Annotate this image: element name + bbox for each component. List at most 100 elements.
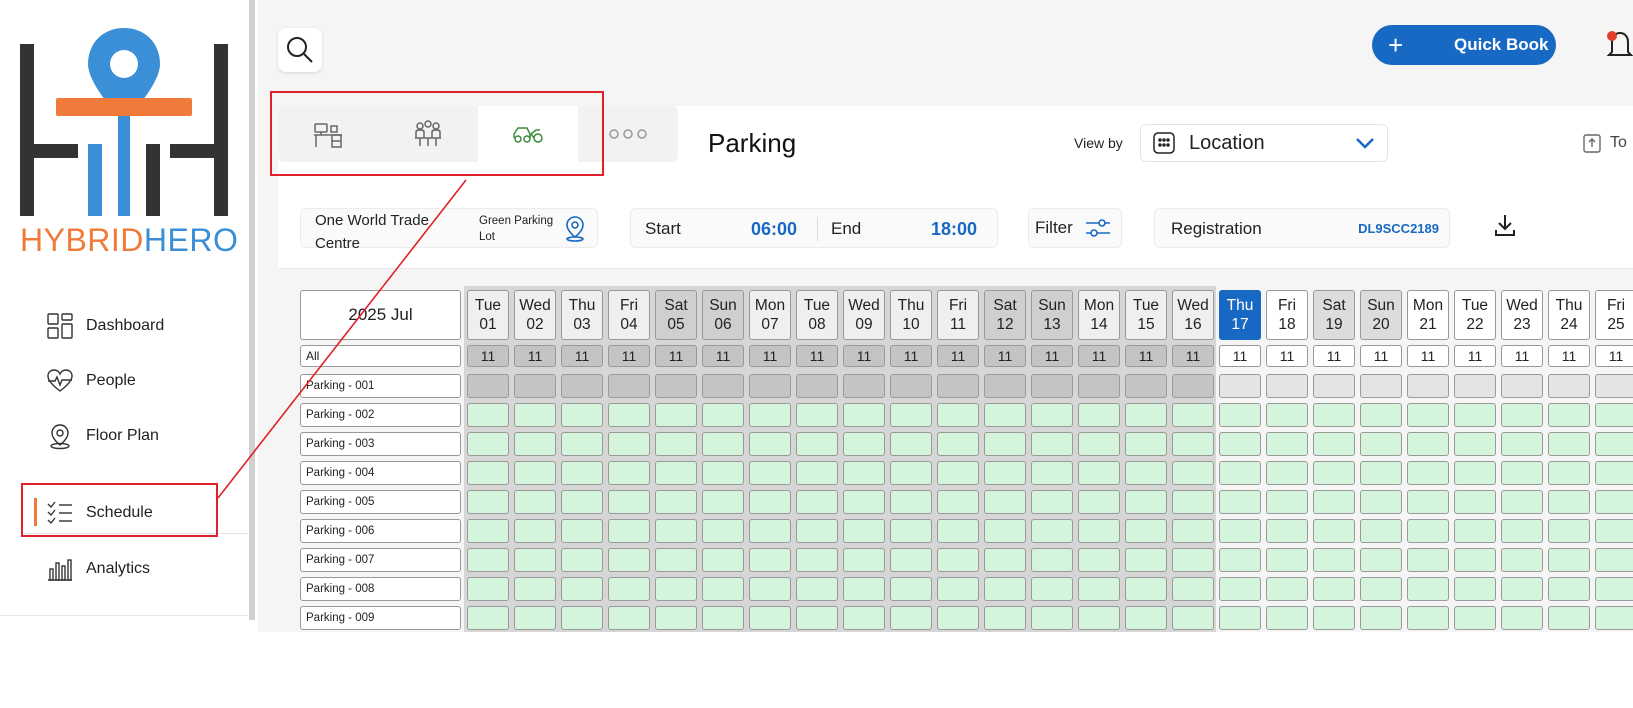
booking-slot[interactable] [937, 490, 979, 514]
booking-slot[interactable] [796, 519, 838, 543]
booking-slot[interactable] [467, 374, 509, 398]
booking-slot[interactable] [1125, 606, 1167, 630]
booking-slot[interactable] [702, 490, 744, 514]
booking-slot[interactable] [561, 403, 603, 427]
booking-slot[interactable] [1454, 374, 1496, 398]
booking-slot[interactable] [561, 374, 603, 398]
booking-slot[interactable] [1172, 461, 1214, 485]
booking-slot[interactable] [1031, 374, 1073, 398]
day-header[interactable]: Tue 15 [1125, 290, 1167, 340]
booking-slot[interactable] [1125, 548, 1167, 572]
booking-slot[interactable] [1360, 577, 1402, 601]
sidebar-item-schedule[interactable]: Schedule [46, 498, 153, 528]
booking-slot[interactable] [984, 490, 1026, 514]
booking-slot[interactable] [1360, 432, 1402, 456]
booking-slot[interactable] [1313, 548, 1355, 572]
booking-slot[interactable] [937, 519, 979, 543]
location-filter[interactable]: One World Trade Centre Green Parking Lot [300, 208, 598, 252]
booking-slot[interactable] [1313, 461, 1355, 485]
booking-slot[interactable] [984, 606, 1026, 630]
booking-slot[interactable] [608, 374, 650, 398]
filter-button[interactable]: Filter [1028, 208, 1122, 248]
booking-slot[interactable] [890, 374, 932, 398]
booking-slot[interactable] [514, 519, 556, 543]
booking-slot[interactable] [1407, 461, 1449, 485]
booking-slot[interactable] [1172, 577, 1214, 601]
registration-filter[interactable]: Registration DL9SCC2189 [1154, 208, 1450, 248]
day-header[interactable]: Sun 20 [1360, 290, 1402, 340]
booking-slot[interactable] [843, 519, 885, 543]
day-header[interactable]: Mon 14 [1078, 290, 1120, 340]
booking-slot[interactable] [1266, 519, 1308, 543]
booking-slot[interactable] [1548, 374, 1590, 398]
booking-slot[interactable] [1078, 577, 1120, 601]
booking-slot[interactable] [702, 548, 744, 572]
day-header[interactable]: Fri 11 [937, 290, 979, 340]
booking-slot[interactable] [890, 432, 932, 456]
day-header[interactable]: Thu 24 [1548, 290, 1590, 340]
booking-slot[interactable] [702, 606, 744, 630]
booking-slot[interactable] [1548, 490, 1590, 514]
booking-slot[interactable] [1407, 519, 1449, 543]
booking-slot[interactable] [843, 490, 885, 514]
booking-slot[interactable] [1501, 519, 1543, 543]
booking-slot[interactable] [1548, 519, 1590, 543]
booking-slot[interactable] [1360, 461, 1402, 485]
day-header[interactable]: Tue 01 [467, 290, 509, 340]
day-header[interactable]: Sat 05 [655, 290, 697, 340]
booking-slot[interactable] [702, 461, 744, 485]
booking-slot[interactable] [937, 432, 979, 456]
booking-slot[interactable] [608, 519, 650, 543]
booking-slot[interactable] [1360, 519, 1402, 543]
booking-slot[interactable] [1219, 548, 1261, 572]
booking-slot[interactable] [655, 519, 697, 543]
start-time-value[interactable]: 06:00 [751, 219, 797, 240]
day-header[interactable]: Fri 25 [1595, 290, 1633, 340]
sidebar-scrollbar[interactable] [249, 0, 255, 620]
booking-slot[interactable] [655, 432, 697, 456]
booking-slot[interactable] [1031, 461, 1073, 485]
booking-slot[interactable] [984, 432, 1026, 456]
booking-slot[interactable] [702, 374, 744, 398]
booking-slot[interactable] [1266, 461, 1308, 485]
booking-slot[interactable] [514, 577, 556, 601]
booking-slot[interactable] [843, 606, 885, 630]
booking-slot[interactable] [1501, 461, 1543, 485]
booking-slot[interactable] [702, 432, 744, 456]
day-header[interactable]: Fri 18 [1266, 290, 1308, 340]
booking-slot[interactable] [1407, 606, 1449, 630]
booking-slot[interactable] [1360, 403, 1402, 427]
booking-slot[interactable] [608, 606, 650, 630]
booking-slot[interactable] [1219, 461, 1261, 485]
day-header[interactable]: Wed 02 [514, 290, 556, 340]
booking-slot[interactable] [702, 403, 744, 427]
day-header[interactable]: Mon 07 [749, 290, 791, 340]
booking-slot[interactable] [1313, 403, 1355, 427]
booking-slot[interactable] [1501, 490, 1543, 514]
booking-slot[interactable] [514, 432, 556, 456]
booking-slot[interactable] [1313, 374, 1355, 398]
booking-slot[interactable] [1454, 432, 1496, 456]
booking-slot[interactable] [1595, 548, 1633, 572]
booking-slot[interactable] [514, 374, 556, 398]
booking-slot[interactable] [796, 606, 838, 630]
day-header[interactable]: Sat 19 [1313, 290, 1355, 340]
booking-slot[interactable] [1172, 490, 1214, 514]
booking-slot[interactable] [1454, 548, 1496, 572]
booking-slot[interactable] [1595, 490, 1633, 514]
month-label[interactable]: 2025 Jul [300, 290, 461, 340]
booking-slot[interactable] [608, 548, 650, 572]
booking-slot[interactable] [561, 461, 603, 485]
booking-slot[interactable] [1313, 490, 1355, 514]
booking-slot[interactable] [608, 461, 650, 485]
booking-slot[interactable] [937, 548, 979, 572]
booking-slot[interactable] [984, 577, 1026, 601]
booking-slot[interactable] [1078, 548, 1120, 572]
booking-slot[interactable] [984, 519, 1026, 543]
booking-slot[interactable] [749, 403, 791, 427]
booking-slot[interactable] [702, 577, 744, 601]
booking-slot[interactable] [796, 432, 838, 456]
booking-slot[interactable] [1078, 606, 1120, 630]
booking-slot[interactable] [1454, 519, 1496, 543]
booking-slot[interactable] [1266, 403, 1308, 427]
